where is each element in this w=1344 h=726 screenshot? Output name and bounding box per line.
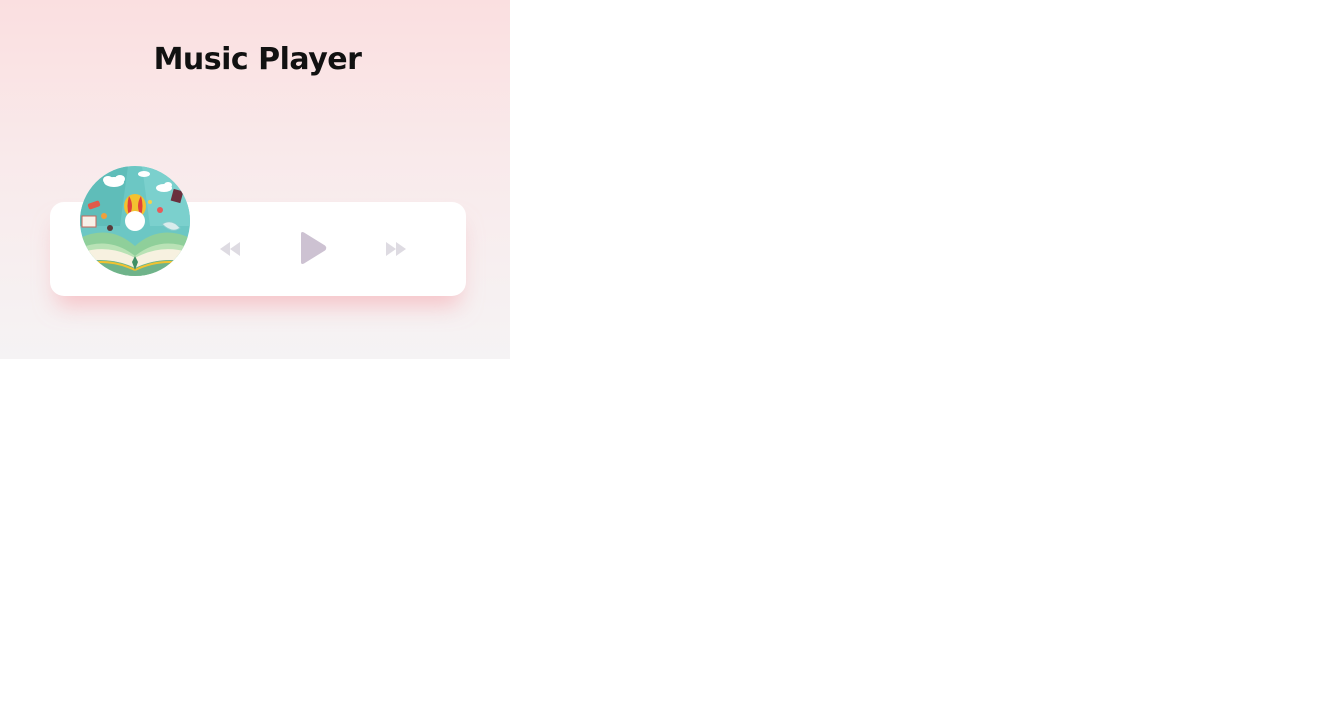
page-title: Music Player: [153, 42, 362, 77]
play-icon: [301, 232, 327, 264]
forward-icon: [386, 242, 406, 256]
music-player-app: Music Player: [0, 0, 510, 359]
previous-track-button[interactable]: [218, 239, 242, 259]
play-button[interactable]: [298, 230, 328, 266]
backward-icon: [220, 242, 240, 256]
next-track-button[interactable]: [384, 239, 408, 259]
album-art-disc: [80, 166, 190, 276]
album-art-image: [80, 166, 190, 276]
